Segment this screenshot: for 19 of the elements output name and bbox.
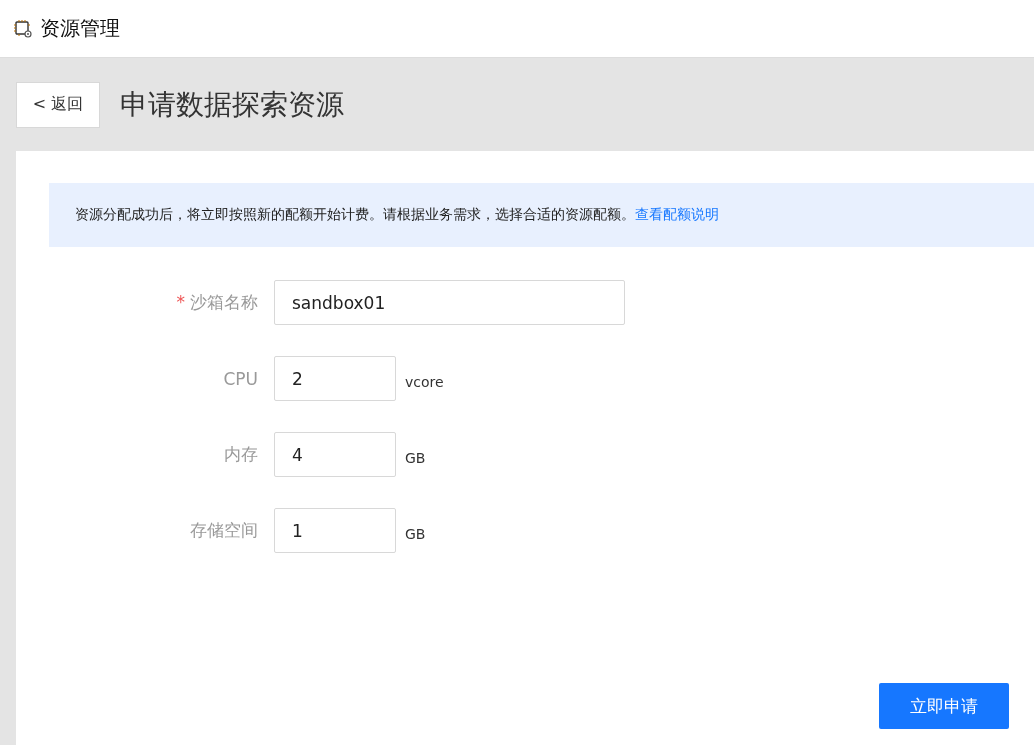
unit-label: GB <box>405 449 426 466</box>
field-label: 沙箱名称 <box>190 292 258 312</box>
input-field[interactable]: 2 <box>274 356 396 401</box>
app-title: 资源管理 <box>40 15 120 42</box>
submit-button[interactable]: 立即申请 <box>879 683 1009 729</box>
unit-label: vcore <box>405 373 444 390</box>
input-field[interactable]: 1 <box>274 508 396 553</box>
field-label: 存储空间 <box>190 520 258 540</box>
input-field[interactable]: sandbox01 <box>274 280 625 325</box>
unit-label: GB <box>405 525 426 542</box>
field-label: CPU <box>223 368 258 389</box>
page-title: 申请数据探索资源 <box>120 86 344 123</box>
field-label: 内存 <box>224 444 258 464</box>
input-field[interactable]: 4 <box>274 432 396 477</box>
back-button[interactable]: < 返回 <box>16 81 100 128</box>
quota-link[interactable]: 查看配额说明 <box>635 206 719 222</box>
chip-gear-icon <box>13 18 33 39</box>
notice-text: 资源分配成功后，将立即按照新的配额开始计费。请根据业务需求，选择合适的资源配额。查看配额说明 <box>75 206 719 224</box>
required-mark: * <box>176 292 185 312</box>
